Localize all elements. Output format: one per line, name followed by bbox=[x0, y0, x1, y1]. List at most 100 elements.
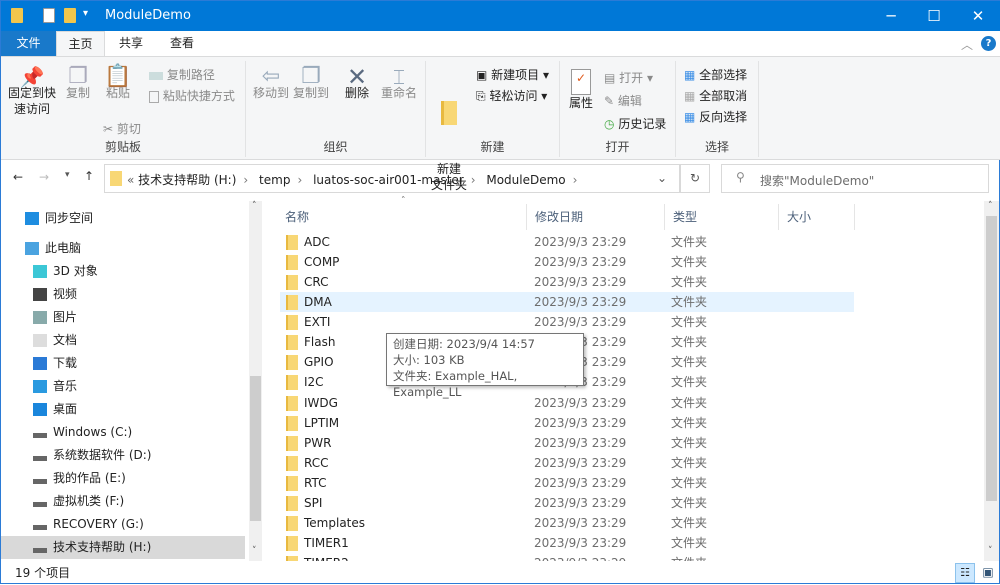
new-folder-label: 新建 文件夹 bbox=[430, 162, 467, 192]
nav-scrollbar[interactable]: ˄ ˅ bbox=[249, 201, 262, 561]
nav-item[interactable]: 桌面 bbox=[1, 398, 245, 421]
rename-button[interactable]: ⌶ 重命名 bbox=[380, 65, 418, 101]
copy-to-button[interactable]: ❐ 复制到 bbox=[292, 66, 330, 101]
file-type: 文件夹 bbox=[671, 395, 708, 410]
file-row[interactable]: RTC 2023/9/3 23:29 文件夹 bbox=[280, 473, 854, 493]
file-row[interactable]: EXTI 2023/9/3 23:29 文件夹 bbox=[280, 312, 854, 332]
address-dropdown-icon[interactable]: ⌄ bbox=[657, 171, 667, 185]
delete-icon: ✕ bbox=[346, 63, 368, 91]
file-row[interactable]: LPTIM 2023/9/3 23:29 文件夹 bbox=[280, 413, 854, 433]
tab-file[interactable]: 文件 bbox=[1, 31, 56, 56]
pin-button[interactable]: 📌 固定到快速访问 bbox=[5, 67, 59, 117]
file-row[interactable]: TIMER2 2023/9/3 23:29 文件夹 bbox=[280, 553, 854, 561]
nav-item[interactable]: 虚拟机类 (F:) bbox=[1, 490, 245, 513]
breadcrumb-item[interactable]: 技术支持帮助 (H:) bbox=[138, 173, 236, 187]
clipboard-group: 📌 固定到快速访问 ❐ 复制 📋 粘贴 复制路径 粘贴快捷方式 ✂ 剪切 剪贴板 bbox=[1, 61, 246, 157]
maximize-button[interactable]: ☐ bbox=[914, 5, 954, 27]
move-to-button[interactable]: ⇦ 移动到 bbox=[252, 66, 290, 101]
refresh-button[interactable]: ↻ bbox=[680, 164, 710, 193]
select-all-button[interactable]: ▦ 全部选择 bbox=[684, 67, 747, 83]
file-row[interactable]: DMA 2023/9/3 23:29 文件夹 bbox=[280, 292, 854, 313]
new-folder-quick-icon[interactable] bbox=[64, 8, 76, 23]
paste-button[interactable]: 📋 粘贴 bbox=[103, 66, 133, 101]
list-scrollbar[interactable]: ˄ ˅ bbox=[984, 201, 999, 561]
ribbon-tabs: 文件 主页 共享 查看 ︿ ? bbox=[1, 31, 1000, 57]
file-name: PWR bbox=[304, 435, 332, 450]
drive-icon bbox=[33, 525, 47, 530]
history-icon: ◷ bbox=[604, 117, 615, 131]
easy-access-button[interactable]: ⎘ 轻松访问 ▾ bbox=[476, 88, 547, 104]
help-icon[interactable]: ? bbox=[981, 36, 996, 51]
tab-home[interactable]: 主页 bbox=[56, 31, 105, 57]
list-scroll-thumb[interactable] bbox=[986, 216, 997, 501]
paste-shortcut-button[interactable]: 粘贴快捷方式 bbox=[149, 88, 235, 104]
folder-icon bbox=[286, 355, 298, 371]
tab-share[interactable]: 共享 bbox=[105, 31, 157, 56]
column-header-size[interactable]: 大小 bbox=[779, 204, 855, 230]
file-row[interactable]: Templates 2023/9/3 23:29 文件夹 bbox=[280, 513, 854, 533]
nav-item-label: 我的作品 (E:) bbox=[53, 471, 126, 485]
customize-quick-access-icon[interactable]: ▾ bbox=[83, 8, 88, 19]
nav-item[interactable]: 3D 对象 bbox=[1, 260, 245, 283]
file-date: 2023/9/3 23:29 bbox=[534, 515, 627, 530]
drive-icon bbox=[33, 433, 47, 438]
recent-locations-button[interactable]: ▾ bbox=[65, 170, 70, 180]
open-button[interactable]: ▤ 打开 ▾ bbox=[604, 70, 653, 86]
nav-item[interactable]: 技术支持帮助 (H:) bbox=[1, 536, 245, 559]
up-button[interactable]: ↑ bbox=[84, 169, 94, 183]
file-row[interactable]: SPI 2023/9/3 23:29 文件夹 bbox=[280, 493, 854, 513]
large-icons-view-button[interactable]: ▣ bbox=[978, 563, 998, 583]
file-row[interactable]: COMP 2023/9/3 23:29 文件夹 bbox=[280, 252, 854, 272]
nav-item[interactable]: 同步空间 bbox=[1, 207, 245, 230]
breadcrumb-item[interactable]: ModuleDemo bbox=[486, 173, 565, 187]
file-row[interactable]: RCC 2023/9/3 23:29 文件夹 bbox=[280, 453, 854, 473]
copy-path-button[interactable]: 复制路径 bbox=[149, 67, 215, 83]
file-name: TIMER1 bbox=[304, 536, 349, 551]
nav-item[interactable]: 文档 bbox=[1, 329, 245, 352]
nav-item[interactable]: 图片 bbox=[1, 306, 245, 329]
nav-item[interactable]: Windows (C:) bbox=[1, 421, 245, 444]
nav-item[interactable]: RECOVERY (G:) bbox=[1, 513, 245, 536]
nav-item[interactable]: 系统数据软件 (D:) bbox=[1, 444, 245, 467]
new-item-button[interactable]: ▣ 新建项目 ▾ bbox=[476, 67, 549, 83]
column-header-name[interactable]: 名称 bbox=[277, 204, 527, 230]
nav-item-label: Windows (C:) bbox=[53, 425, 133, 439]
file-row[interactable]: CRC 2023/9/3 23:29 文件夹 bbox=[280, 272, 854, 292]
details-view-button[interactable]: ☷ bbox=[955, 563, 975, 583]
file-row[interactable]: ADC 2023/9/3 23:29 文件夹 bbox=[280, 232, 854, 252]
rename-icon: ⌶ bbox=[393, 65, 405, 89]
cut-button[interactable]: ✂ 剪切 bbox=[103, 121, 141, 137]
breadcrumb-item[interactable]: temp bbox=[259, 173, 290, 187]
close-button[interactable]: ✕ bbox=[958, 5, 998, 27]
nav-item[interactable]: 音乐 bbox=[1, 375, 245, 398]
nav-item[interactable]: 视频 bbox=[1, 283, 245, 306]
forward-button[interactable]: → bbox=[39, 170, 49, 184]
delete-button[interactable]: ✕ 删除 bbox=[342, 63, 372, 101]
back-button[interactable]: ← bbox=[13, 170, 23, 184]
collapse-ribbon-icon[interactable]: ︿ bbox=[961, 36, 973, 53]
tab-view[interactable]: 查看 bbox=[157, 31, 207, 56]
properties-quick-icon[interactable] bbox=[43, 8, 55, 23]
select-none-button[interactable]: ▦ 全部取消 bbox=[684, 88, 747, 104]
column-header-type[interactable]: 类型 bbox=[665, 204, 779, 230]
invert-selection-button[interactable]: ▦ 反向选择 bbox=[684, 109, 747, 125]
file-row[interactable]: PWR 2023/9/3 23:29 文件夹 bbox=[280, 433, 854, 453]
properties-button[interactable]: ✓ 属性 bbox=[566, 69, 596, 111]
edit-button[interactable]: ✎ 编辑 bbox=[604, 93, 642, 109]
file-row[interactable]: TIMER1 2023/9/3 23:29 文件夹 bbox=[280, 533, 854, 553]
file-name: GPIO bbox=[304, 355, 334, 370]
nav-item[interactable]: 此电脑 bbox=[1, 237, 245, 260]
new-folder-button[interactable]: 新建 文件夹 bbox=[426, 69, 472, 225]
column-header-date[interactable]: 修改日期 bbox=[527, 204, 665, 230]
address-bar[interactable]: « 技术支持帮助 (H:) › temp › luatos-soc-air001-m… bbox=[104, 164, 680, 193]
search-input[interactable]: ⚲ 搜索"ModuleDemo" bbox=[721, 164, 989, 193]
nav-scroll-thumb[interactable] bbox=[250, 376, 261, 521]
video-icon bbox=[33, 288, 47, 301]
nav-item[interactable]: 下载 bbox=[1, 352, 245, 375]
copy-button[interactable]: ❐ 复制 bbox=[63, 66, 93, 101]
history-button[interactable]: ◷ 历史记录 bbox=[604, 116, 666, 132]
nav-item[interactable]: 我的作品 (E:) bbox=[1, 467, 245, 490]
file-name: LPTIM bbox=[304, 415, 340, 430]
minimize-button[interactable]: ─ bbox=[871, 5, 911, 27]
file-name: RTC bbox=[304, 475, 327, 490]
